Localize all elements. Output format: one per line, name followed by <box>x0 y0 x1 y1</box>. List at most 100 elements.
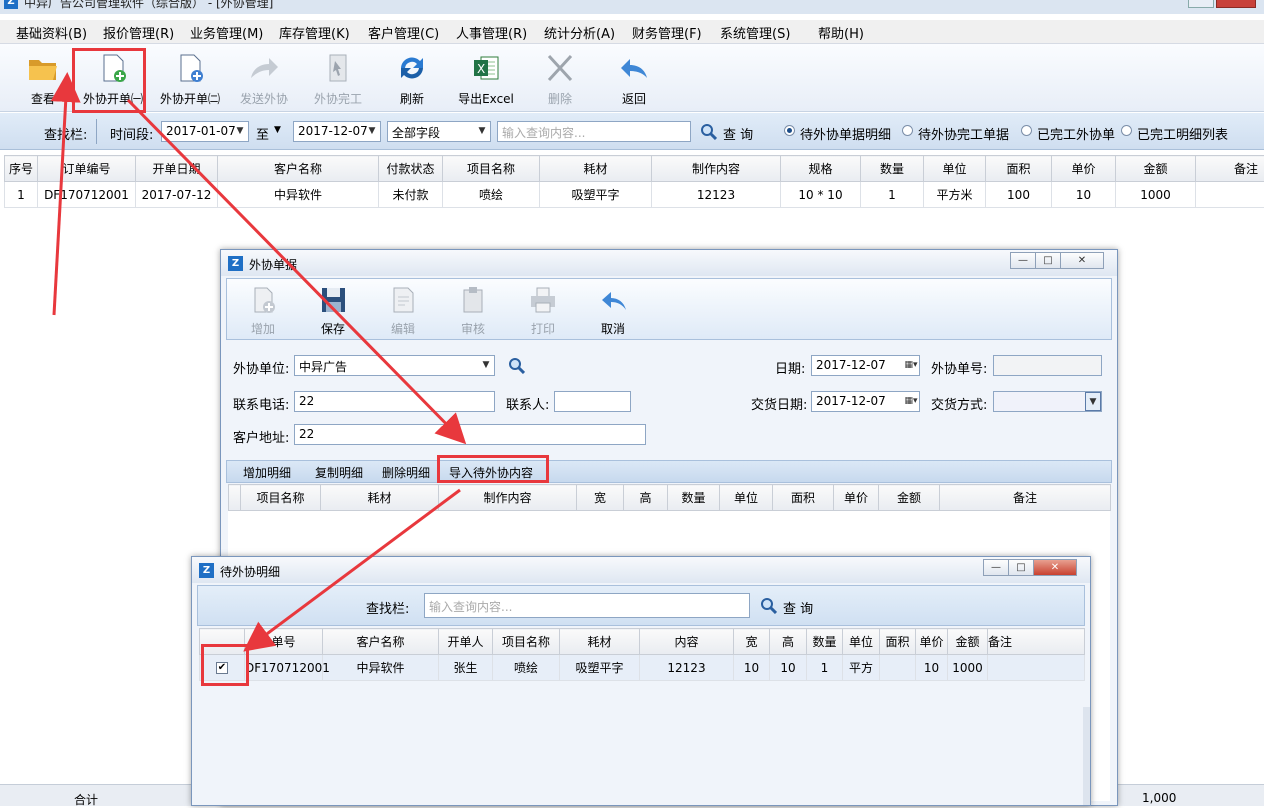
tab-add-detail[interactable]: 增加明细 <box>243 464 291 481</box>
export-excel-button[interactable]: X 导出Excel <box>451 48 521 108</box>
contact-label: 联系人: <box>506 394 549 413</box>
maximize-button[interactable]: □ <box>1008 559 1034 576</box>
menu-help[interactable]: 帮助(H) <box>818 23 864 42</box>
add-button[interactable]: 增加 <box>233 282 293 338</box>
total-label: 合计 <box>74 791 98 808</box>
col-price[interactable]: 单价 <box>1052 156 1116 182</box>
contact-field[interactable] <box>554 391 631 412</box>
unit-label: 外协单位: <box>233 358 289 377</box>
phone-field[interactable]: 22 <box>294 391 495 412</box>
radio-finished-orders[interactable] <box>1021 125 1032 136</box>
table-row[interactable]: ✔ DF170712001 中异软件 张生 喷绘 吸塑平字 12123 10 1… <box>200 655 1085 681</box>
pending-scrollbar[interactable] <box>1083 707 1090 805</box>
radio-pending-finish[interactable] <box>902 125 913 136</box>
detail-tab-bar: 增加明细 复制明细 删除明细 导入待外协内容 <box>226 460 1112 483</box>
edit-button[interactable]: 编辑 <box>373 282 433 338</box>
menu-statistics[interactable]: 统计分析(A) <box>544 23 615 42</box>
field-select[interactable]: 全部字段▼ <box>387 121 491 142</box>
col-seq[interactable]: 序号 <box>5 156 38 182</box>
undo-arrow-icon <box>598 285 628 315</box>
date-picker[interactable]: 2017-12-07▦▾ <box>811 355 920 376</box>
unit-select[interactable]: 中异广告▼ <box>294 355 495 376</box>
app-logo-icon: Z <box>4 0 18 9</box>
radio-pending-finish-label[interactable]: 待外协完工单据 <box>918 124 1009 143</box>
col-unit[interactable]: 单位 <box>924 156 986 182</box>
close-button[interactable]: ✕ <box>1033 559 1077 576</box>
menu-business[interactable]: 业务管理(M) <box>190 23 263 42</box>
radio-finished-list[interactable] <box>1121 125 1132 136</box>
date-to-picker[interactable]: 2017-12-07▼ <box>293 121 381 142</box>
search-button[interactable]: 查 询 <box>723 124 753 143</box>
order-no-field[interactable] <box>993 355 1102 376</box>
search-icon <box>760 597 777 614</box>
col-qty[interactable]: 数量 <box>861 156 924 182</box>
menu-inventory[interactable]: 库存管理(K) <box>279 23 350 42</box>
outsource-dialog-toolbar: 增加 保存 编辑 审核 打印 取消 <box>226 278 1112 340</box>
table-row[interactable]: 1 DF170712001 2017-07-12 中异软件 未付款 喷绘 吸塑平… <box>5 182 1264 208</box>
new-doc-plus-icon <box>96 52 130 84</box>
view-button[interactable]: 查看 <box>8 48 78 108</box>
delivery-method-select[interactable]: ▼ <box>993 391 1102 412</box>
col-material[interactable]: 耗材 <box>540 156 652 182</box>
delete-button[interactable]: 删除 <box>525 48 595 108</box>
tab-delete-detail[interactable]: 删除明细 <box>382 464 430 481</box>
col-area[interactable]: 面积 <box>986 156 1052 182</box>
menu-system[interactable]: 系统管理(S) <box>720 23 790 42</box>
menu-hr[interactable]: 人事管理(R) <box>456 23 527 42</box>
save-button[interactable]: 保存 <box>303 282 363 338</box>
tab-copy-detail[interactable]: 复制明细 <box>315 464 363 481</box>
search-icon[interactable] <box>508 357 525 374</box>
col-customer[interactable]: 客户名称 <box>218 156 379 182</box>
delivery-date-picker[interactable]: 2017-12-07▦▾ <box>811 391 920 412</box>
tab-import-pending[interactable]: 导入待外协内容 <box>449 464 533 481</box>
col-remark[interactable]: 备注 <box>1196 156 1264 182</box>
pending-table-header: 单号 客户名称 开单人 项目名称 耗材 内容 宽 高 数量 单位 面积 单价 金… <box>200 629 1085 655</box>
minimize-button[interactable]: — <box>983 559 1009 576</box>
radio-pending-detail[interactable] <box>784 125 795 136</box>
cancel-button[interactable]: 取消 <box>583 282 643 338</box>
detail-table: 项目名称 耗材 制作内容 宽 高 数量 单位 面积 单价 金额 备注 <box>228 484 1111 511</box>
outsource-order-2-button[interactable]: 外协开单㈡ <box>155 48 225 108</box>
outsource-order-1-button[interactable]: 外协开单㈠ <box>78 48 148 108</box>
chevron-down-icon: ▼ <box>364 122 380 141</box>
print-button[interactable]: 打印 <box>513 282 573 338</box>
col-open-date[interactable]: 开单日期 <box>136 156 218 182</box>
delete-x-icon <box>543 52 577 84</box>
menu-finance[interactable]: 财务管理(F) <box>632 23 702 42</box>
refresh-button[interactable]: 刷新 <box>377 48 447 108</box>
address-field[interactable]: 22 <box>294 424 646 445</box>
date-from-picker[interactable]: 2017-01-07▼ <box>161 121 249 142</box>
col-content[interactable]: 制作内容 <box>652 156 781 182</box>
order-table-header: 序号 订单编号 开单日期 客户名称 付款状态 项目名称 耗材 制作内容 规格 数… <box>5 156 1264 182</box>
audit-button[interactable]: 审核 <box>443 282 503 338</box>
col-amount[interactable]: 金额 <box>1116 156 1196 182</box>
col-order-no[interactable]: 订单编号 <box>38 156 136 182</box>
radio-finished-orders-label[interactable]: 已完工外协单 <box>1037 124 1115 143</box>
pending-search-input[interactable]: 输入查询内容... <box>424 593 750 618</box>
pending-search-button[interactable]: 查 询 <box>783 598 813 617</box>
row-checkbox[interactable]: ✔ <box>216 662 228 674</box>
send-outsource-button[interactable]: 发送外协 <box>229 48 299 108</box>
chevron-down-icon: ▼ <box>232 122 248 141</box>
col-pay-status[interactable]: 付款状态 <box>379 156 443 182</box>
main-title-bar: Z 中异广告公司管理软件（综合版） - [外协管理] <box>0 0 1264 14</box>
query-label: 查找栏: <box>44 124 87 143</box>
close-button[interactable] <box>1216 0 1256 8</box>
finish-outsource-button[interactable]: 外协完工 <box>303 48 373 108</box>
col-spec[interactable]: 规格 <box>781 156 861 182</box>
radio-finished-list-label[interactable]: 已完工明细列表 <box>1137 124 1228 143</box>
radio-pending-detail-label[interactable]: 待外协单据明细 <box>800 124 891 143</box>
close-button[interactable]: ✕ <box>1060 252 1104 269</box>
menu-customer[interactable]: 客户管理(C) <box>368 23 439 42</box>
col-project[interactable]: 项目名称 <box>443 156 540 182</box>
pending-dialog-title: 待外协明细 <box>220 563 280 580</box>
minimize-button[interactable] <box>1188 0 1214 8</box>
search-input[interactable]: 输入查询内容... <box>497 121 691 142</box>
save-disk-icon <box>318 285 348 315</box>
menu-basic-data[interactable]: 基础资料(B) <box>16 23 87 42</box>
minimize-button[interactable]: — <box>1010 252 1036 269</box>
maximize-button[interactable]: □ <box>1035 252 1061 269</box>
back-button[interactable]: 返回 <box>599 48 669 108</box>
pending-dialog: Z 待外协明细 — □ ✕ 查找栏: 输入查询内容... 查 询 单号 客户名称… <box>191 556 1091 806</box>
menu-quote[interactable]: 报价管理(R) <box>103 23 174 42</box>
